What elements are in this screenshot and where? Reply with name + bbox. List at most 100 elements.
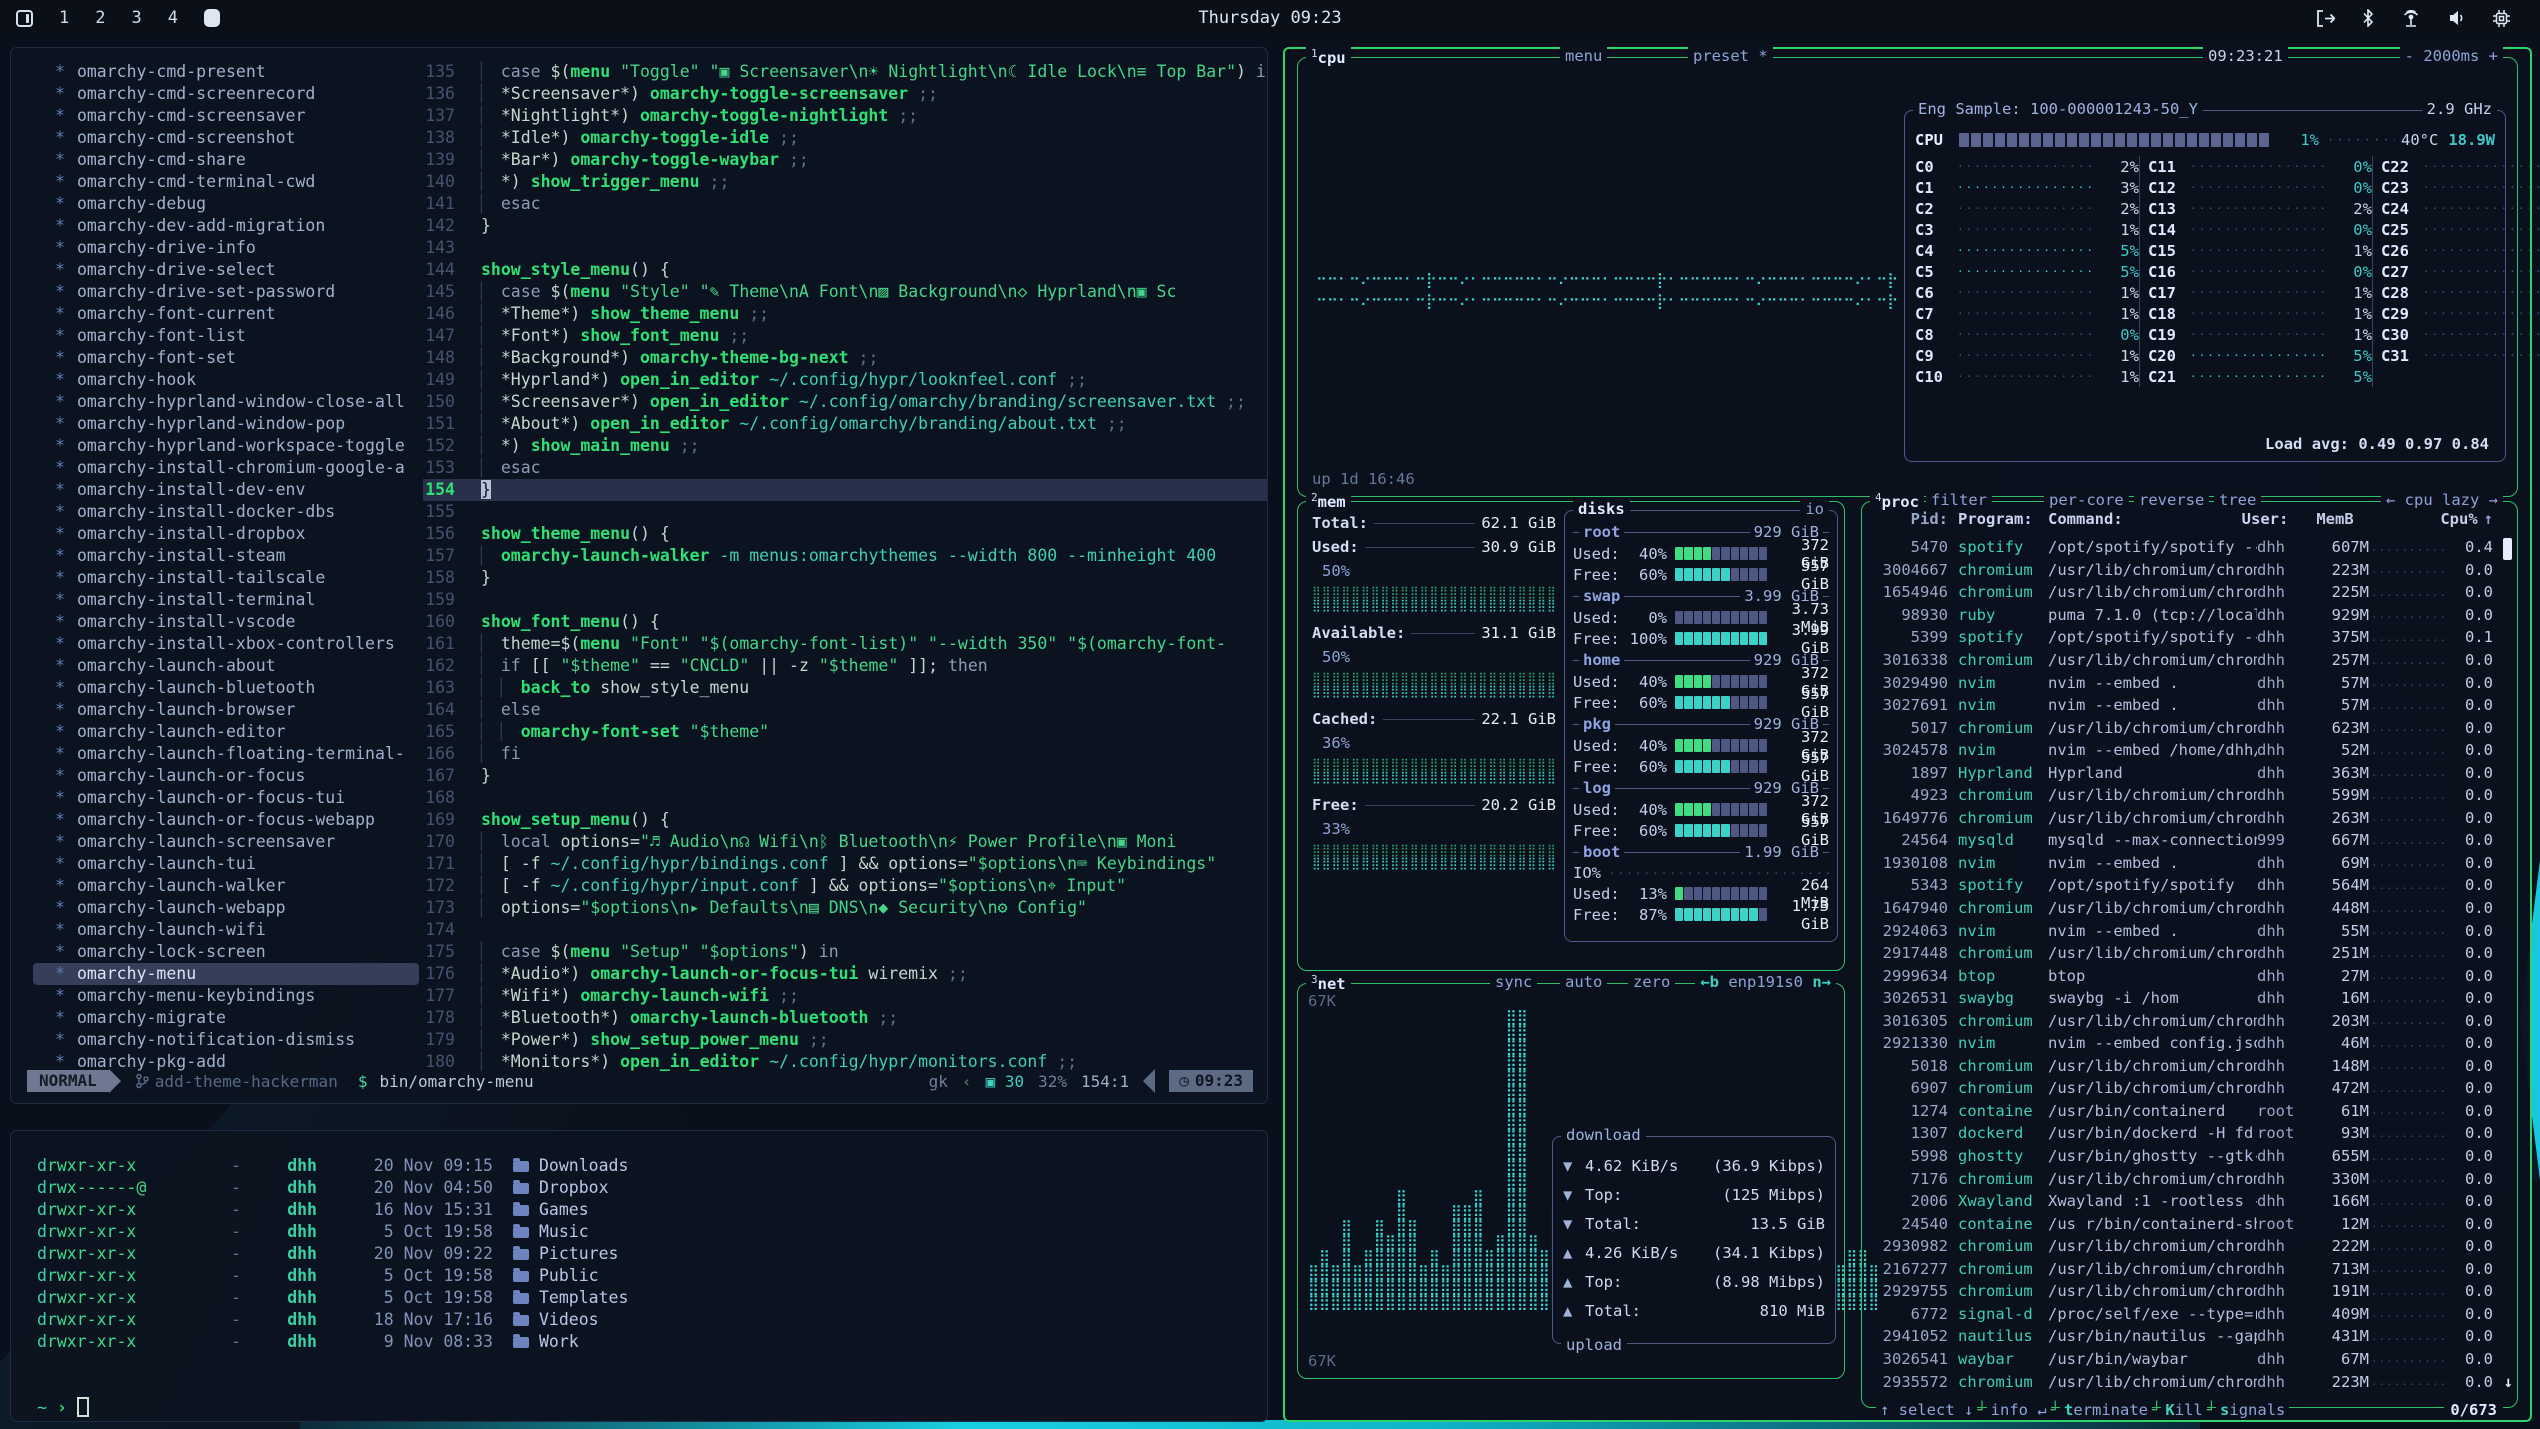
file-item[interactable]: *omarchy-launch-bluetooth [33, 677, 419, 699]
net-interface-switcher[interactable]: ←b enp191s0 n→ [1695, 973, 1836, 991]
file-item[interactable]: *omarchy-install-dev-env [33, 479, 419, 501]
process-row[interactable]: 5470spotify/opt/spotify/spotify --dhh607… [1872, 536, 2493, 559]
file-item[interactable]: *omarchy-dev-add-migration [33, 215, 419, 237]
file-item[interactable]: *omarchy-launch-editor [33, 721, 419, 743]
file-item[interactable]: *omarchy-install-chromium-google-a [33, 457, 419, 479]
process-row[interactable]: 1307dockerd/usr/bin/dockerd -H fd:root93… [1872, 1122, 2493, 1145]
sync-tab[interactable]: sync [1490, 973, 1537, 991]
file-item[interactable]: *omarchy-launch-or-focus-webapp [33, 809, 419, 831]
process-row[interactable]: 3027691nvimnvim --embed .dhh57M.........… [1872, 694, 2493, 717]
file-item[interactable]: *omarchy-font-set [33, 347, 419, 369]
file-item[interactable]: *omarchy-hyprland-window-pop [33, 413, 419, 435]
file-item[interactable]: *omarchy-drive-set-password [33, 281, 419, 303]
process-row[interactable]: 5343spotify/opt/spotify/spotifydhh564M..… [1872, 874, 2493, 897]
zero-tab[interactable]: zero [1628, 973, 1675, 991]
per-core-tab[interactable]: per-core [2044, 491, 2129, 509]
file-item[interactable]: *omarchy-install-tailscale [33, 567, 419, 589]
process-row[interactable]: 98930rubypuma 7.1.0 (tcp://localdhh929M.… [1872, 604, 2493, 627]
process-row[interactable]: 4923chromium/usr/lib/chromium/chromdhh59… [1872, 784, 2493, 807]
process-row[interactable]: 5018chromium/usr/lib/chromium/chromdhh14… [1872, 1055, 2493, 1078]
file-item[interactable]: *omarchy-cmd-screenshot [33, 127, 419, 149]
io-tab[interactable]: io [1800, 500, 1829, 518]
process-row[interactable]: 6907chromium/usr/lib/chromium/chromdhh47… [1872, 1077, 2493, 1100]
reverse-tab[interactable]: reverse [2134, 491, 2209, 509]
file-item[interactable]: *omarchy-install-steam [33, 545, 419, 567]
logout-icon[interactable] [2316, 10, 2335, 27]
file-item[interactable]: *omarchy-hook [33, 369, 419, 391]
process-row[interactable]: 24540containe/us r/bin/containerd-shiroo… [1872, 1212, 2493, 1235]
process-row[interactable]: 5998ghostty/usr/bin/ghostty --gtk-dhh655… [1872, 1145, 2493, 1168]
file-item[interactable]: *omarchy-launch-tui [33, 853, 419, 875]
footer-action-select[interactable]: ↑ select ↓ [1876, 1401, 1977, 1419]
process-row[interactable]: 1654946chromium/usr/lib/chromium/chromdh… [1872, 581, 2493, 604]
process-row[interactable]: 2921330nvimnvim --embed config.jsodhh46M… [1872, 1032, 2493, 1055]
file-item[interactable]: *omarchy-hyprland-window-close-all [33, 391, 419, 413]
process-row[interactable]: 5399spotify/opt/spotify/spotify --dhh375… [1872, 626, 2493, 649]
file-item[interactable]: *omarchy-drive-select [33, 259, 419, 281]
file-item[interactable]: *omarchy-launch-screensaver [33, 831, 419, 853]
volume-icon[interactable] [2448, 10, 2466, 26]
file-item[interactable]: *omarchy-launch-walker [33, 875, 419, 897]
process-row[interactable]: 2924063nvimnvim --embed .dhh55M.........… [1872, 919, 2493, 942]
file-item[interactable]: *omarchy-launch-or-focus [33, 765, 419, 787]
file-item[interactable]: *omarchy-migrate [33, 1007, 419, 1029]
process-row[interactable]: 1930108nvimnvim --embed .dhh69M.........… [1872, 852, 2493, 875]
bluetooth-icon[interactable] [2362, 9, 2374, 27]
process-row[interactable]: 3029490nvimnvim --embed .dhh57M.........… [1872, 671, 2493, 694]
sort-direction-arrow[interactable]: ↑ [2484, 510, 2493, 528]
file-item[interactable]: *omarchy-debug [33, 193, 419, 215]
process-row[interactable]: 2006XwaylandXwayland :1 -rootless -dhh16… [1872, 1190, 2493, 1213]
file-item[interactable]: *omarchy-cmd-present [33, 61, 419, 83]
process-row[interactable]: 3016338chromium/usr/lib/chromium/chromdh… [1872, 649, 2493, 672]
file-item[interactable]: *omarchy-lock-screen [33, 941, 419, 963]
sort-selector[interactable]: ← cpu lazy → [2381, 491, 2503, 509]
network-icon[interactable] [2401, 10, 2421, 27]
file-item[interactable]: *omarchy-launch-about [33, 655, 419, 677]
process-row[interactable]: 7176chromium/usr/lib/chromium/chromdhh33… [1872, 1167, 2493, 1190]
cpu-icon[interactable] [2493, 10, 2510, 27]
file-item[interactable]: *omarchy-font-current [33, 303, 419, 325]
menu-tab[interactable]: menu [1560, 47, 1607, 65]
process-row[interactable]: 2917448chromium/usr/lib/chromium/chromdh… [1872, 942, 2493, 965]
process-row[interactable]: 3026541waybar/usr/bin/waybardhh67M......… [1872, 1348, 2493, 1371]
filter-tab[interactable]: filter [1926, 491, 1992, 509]
file-item[interactable]: *omarchy-cmd-screensaver [33, 105, 419, 127]
footer-action-info[interactable]: info ↵ [1987, 1401, 2051, 1419]
footer-action-terminate[interactable]: terminate [2060, 1401, 2152, 1419]
file-item[interactable]: *omarchy-install-dropbox [33, 523, 419, 545]
scroll-down-arrow[interactable]: ↓ [2504, 1373, 2513, 1391]
process-row[interactable]: 2941052nautilus/usr/bin/nautilus --gapdh… [1872, 1325, 2493, 1348]
process-row[interactable]: 2935572chromium/usr/lib/chromium/chromdh… [1872, 1370, 2493, 1393]
file-item[interactable]: *omarchy-launch-wifi [33, 919, 419, 941]
process-row[interactable]: 3024578nvimnvim --embed /home/dhh/dhh52M… [1872, 739, 2493, 762]
process-row[interactable]: 2999634btopbtopdhh27M..........0.0 [1872, 964, 2493, 987]
process-row[interactable]: 3004667chromium/usr/lib/chromium/chromdh… [1872, 559, 2493, 582]
preset-tab[interactable]: preset * [1688, 47, 1773, 65]
footer-action-signals[interactable]: signals [2216, 1401, 2289, 1419]
file-item[interactable]: *omarchy-menu [33, 963, 419, 985]
file-item[interactable]: *omarchy-cmd-screenrecord [33, 83, 419, 105]
file-item[interactable]: *omarchy-install-xbox-controllers [33, 633, 419, 655]
process-row[interactable]: 1274containe/usr/bin/containerdroot61M..… [1872, 1100, 2493, 1123]
process-row[interactable]: 6772signal-d/proc/self/exe --type=rdhh40… [1872, 1303, 2493, 1326]
file-item[interactable]: *omarchy-cmd-share [33, 149, 419, 171]
process-row[interactable]: 1649776chromium/usr/lib/chromium/chromdh… [1872, 807, 2493, 830]
shell-prompt[interactable]: ~ › [37, 1397, 1241, 1417]
file-item[interactable]: *omarchy-launch-webapp [33, 897, 419, 919]
file-item[interactable]: *omarchy-install-docker-dbs [33, 501, 419, 523]
file-item[interactable]: *omarchy-install-terminal [33, 589, 419, 611]
file-item[interactable]: *omarchy-notification-dismiss [33, 1029, 419, 1051]
proc-scrollbar[interactable] [2503, 538, 2512, 560]
file-item[interactable]: *omarchy-install-vscode [33, 611, 419, 633]
file-item[interactable]: *omarchy-hyprland-workspace-toggle [33, 435, 419, 457]
process-row[interactable]: 24564mysqldmysqld --max-connection999667… [1872, 829, 2493, 852]
file-item[interactable]: *omarchy-font-list [33, 325, 419, 347]
file-item[interactable]: *omarchy-menu-keybindings [33, 985, 419, 1007]
update-interval[interactable]: - 2000ms + [2400, 47, 2503, 65]
process-row[interactable]: 3026531swaybgswaybg -i /homdhh16M.......… [1872, 987, 2493, 1010]
process-row[interactable]: 3016305chromium/usr/lib/chromium/chromdh… [1872, 1009, 2493, 1032]
file-item[interactable]: *omarchy-drive-info [33, 237, 419, 259]
process-row[interactable]: 5017chromium/usr/lib/chromium/chromdhh62… [1872, 716, 2493, 739]
tree-tab[interactable]: tree [2214, 491, 2261, 509]
file-item[interactable]: *omarchy-launch-or-focus-tui [33, 787, 419, 809]
